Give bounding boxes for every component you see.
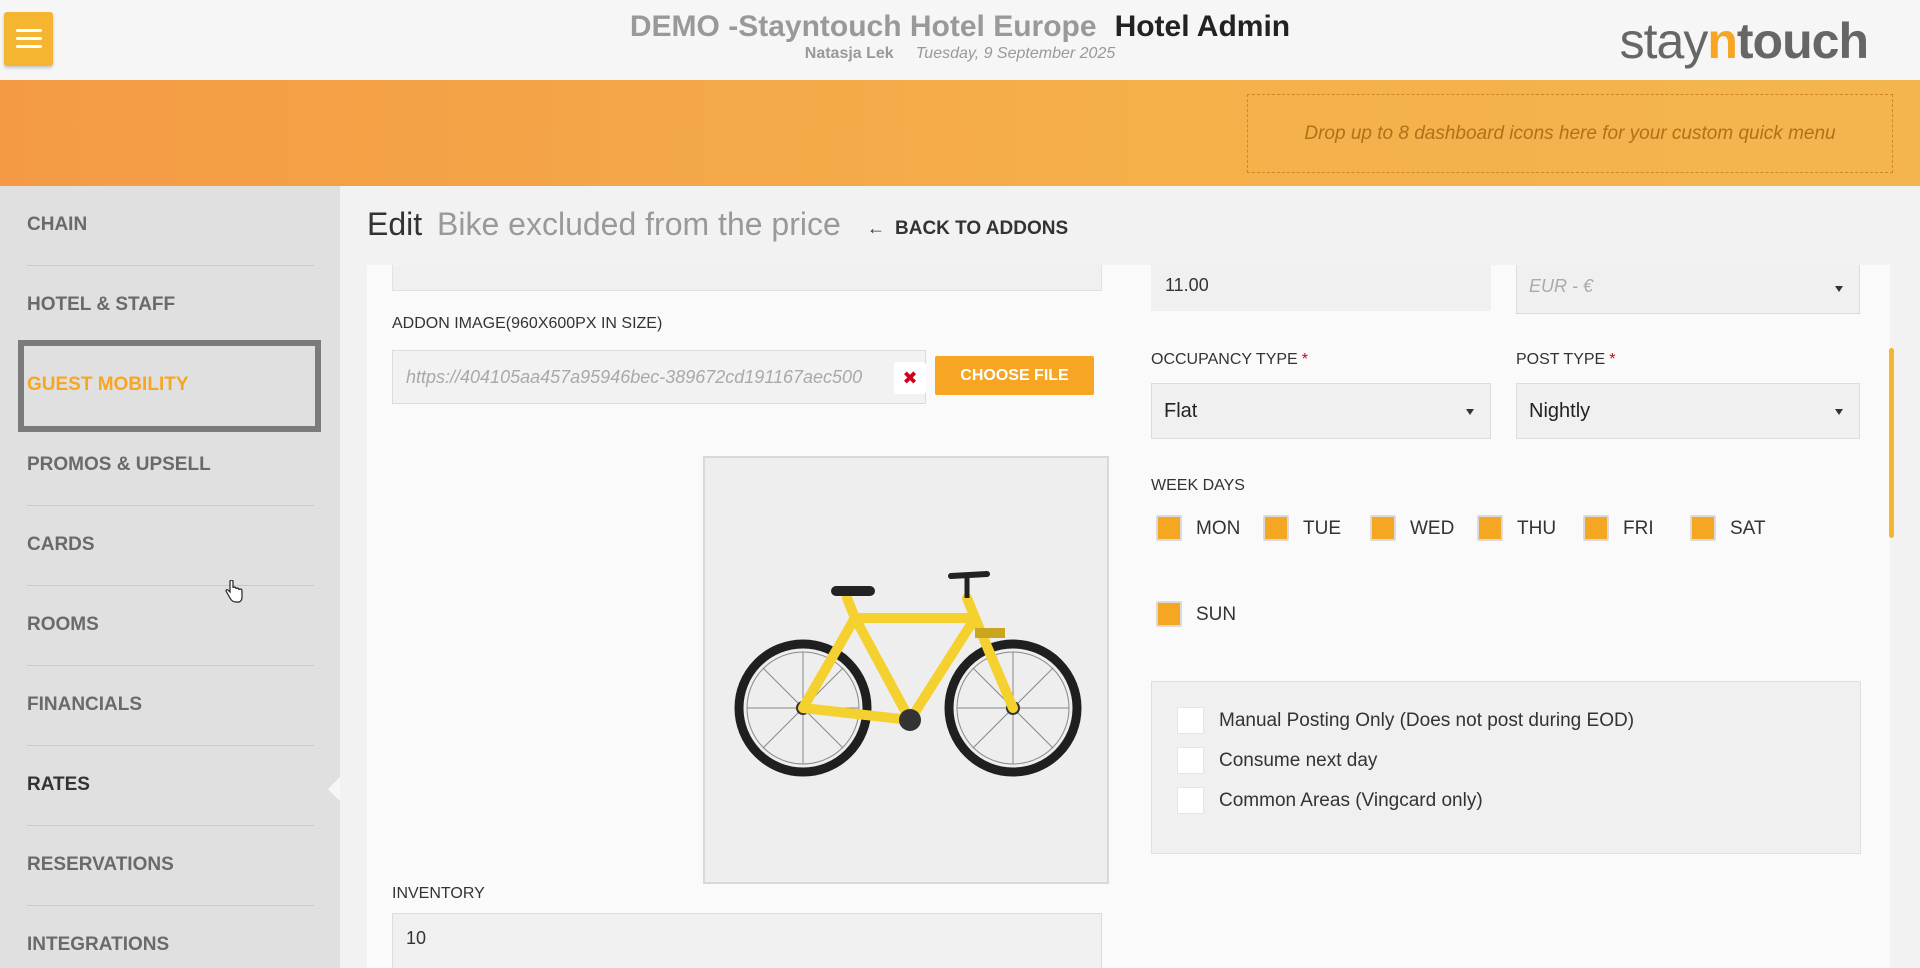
sidebar-item-label: PROMOS & UPSELL (27, 454, 211, 475)
occupancy-type-label-text: OCCUPANCY TYPE (1151, 351, 1298, 368)
price-input[interactable]: 11.00 (1151, 265, 1491, 311)
addon-image-url-input[interactable]: https://404105aa457a95946bec-389672cd191… (392, 350, 926, 404)
weekday-label: SAT (1730, 518, 1766, 539)
currency-select[interactable]: EUR - € (1516, 265, 1860, 314)
sidebar-item-label: INTEGRATIONS (27, 934, 170, 955)
required-mark: * (1301, 351, 1308, 368)
addon-image-label: ADDON IMAGE(960X600PX IN SIZE) (392, 315, 663, 332)
week-days-label: WEEK DAYS (1151, 477, 1245, 494)
sidebar-item-label: RATES (27, 774, 90, 795)
arrow-left-icon: ← (867, 218, 885, 238)
hand-pointer-icon (225, 580, 243, 603)
addon-form-panel: ADDON IMAGE(960X600PX IN SIZE) https://4… (367, 265, 1890, 968)
logo-part: n (1707, 13, 1738, 69)
checkbox (1690, 515, 1716, 541)
checkbox (1156, 515, 1182, 541)
inventory-value: 10 (406, 928, 427, 948)
stayntouch-logo: stayntouch (1619, 12, 1869, 70)
posting-options-box: Manual Posting Only (Does not post durin… (1151, 681, 1861, 854)
checkbox (1177, 707, 1204, 734)
sidebar-item-label: HOTEL & STAFF (27, 294, 176, 315)
checkbox (1177, 787, 1204, 814)
back-to-addons-link[interactable]: ← BACK TO ADDONS (867, 218, 1068, 240)
business-date: Tuesday, 9 September 2025 (915, 45, 1116, 62)
weekday-label: SUN (1196, 604, 1237, 625)
sidebar-item-rooms[interactable]: ROOMS (27, 586, 314, 666)
sidebar-item-label: ROOMS (27, 614, 99, 635)
sidebar-item-rates[interactable]: RATES (27, 746, 314, 826)
weekday-label: WED (1410, 518, 1455, 539)
dropzone-text: Drop up to 8 dashboard icons here for yo… (1304, 122, 1836, 144)
logo-part: touch (1736, 13, 1869, 69)
sidebar-item-financials[interactable]: FINANCIALS (27, 666, 314, 746)
addon-field-partial[interactable] (392, 265, 1102, 291)
post-type-label-text: POST TYPE (1516, 351, 1606, 368)
checkbox (1177, 747, 1204, 774)
back-label: BACK TO ADDONS (895, 218, 1069, 239)
sidebar: CHAIN HOTEL & STAFF GUEST MOBILITY PROMO… (0, 186, 340, 968)
choose-file-button[interactable]: CHOOSE FILE (935, 356, 1094, 395)
sidebar-item-integrations[interactable]: INTEGRATIONS (27, 906, 314, 968)
chevron-down-icon (1466, 409, 1474, 415)
weekday-label: THU (1517, 518, 1557, 539)
checkbox (1263, 515, 1289, 541)
checkbox (1370, 515, 1396, 541)
checkbox (1156, 601, 1182, 627)
addon-image-preview (703, 456, 1109, 884)
sidebar-item-promos-upsell[interactable]: PROMOS & UPSELL (27, 426, 314, 506)
app-name: Hotel Admin (1114, 10, 1291, 43)
sidebar-item-hotel-staff[interactable]: HOTEL & STAFF (27, 266, 314, 346)
weekday-label: FRI (1623, 518, 1654, 539)
chevron-down-icon (1835, 286, 1843, 292)
currency-value: EUR - € (1529, 276, 1594, 296)
close-icon[interactable]: ✖ (894, 362, 926, 394)
bike-image (734, 571, 1082, 777)
price-value: 11.00 (1165, 275, 1209, 295)
sidebar-item-label: FINANCIALS (27, 694, 143, 715)
post-type-value: Nightly (1529, 400, 1591, 422)
sidebar-item-label: CARDS (27, 534, 95, 555)
sidebar-focus-highlight (18, 340, 321, 432)
weekday-label: MON (1196, 518, 1241, 539)
inventory-input[interactable]: 10 (392, 913, 1102, 968)
top-header: DEMO -Stayntouch Hotel Europe Hotel Admin… (0, 0, 1920, 80)
addon-name: Bike excluded from the price (437, 206, 841, 242)
occupancy-type-select[interactable]: Flat (1151, 383, 1491, 439)
required-mark: * (1609, 351, 1616, 368)
scrollbar[interactable] (1889, 348, 1894, 538)
quick-menu-dropzone[interactable]: Drop up to 8 dashboard icons here for yo… (1247, 94, 1893, 173)
checkbox (1583, 515, 1609, 541)
sidebar-item-reservations[interactable]: RESERVATIONS (27, 826, 314, 906)
inventory-label: INVENTORY (392, 885, 485, 902)
logo-part: stay (1619, 13, 1709, 69)
occupancy-type-label: OCCUPANCY TYPE * (1151, 351, 1308, 369)
page-title: Edit Bike excluded from the price (367, 206, 841, 243)
weekday-label: TUE (1303, 518, 1341, 539)
main-content: Edit Bike excluded from the price ← BACK … (340, 186, 1920, 968)
user-name: Natasja Lek (804, 45, 894, 62)
edit-label: Edit (367, 206, 423, 242)
post-type-label: POST TYPE * (1516, 351, 1615, 369)
sidebar-item-label: RESERVATIONS (27, 854, 174, 875)
quick-menu-bar: Drop up to 8 dashboard icons here for yo… (0, 80, 1920, 186)
sidebar-item-cards[interactable]: CARDS (27, 506, 314, 586)
option-label: Manual Posting Only (Does not post durin… (1219, 710, 1635, 731)
sidebar-item-label: CHAIN (27, 214, 88, 235)
option-label: Common Areas (Vingcard only) (1219, 790, 1483, 811)
post-type-select[interactable]: Nightly (1516, 383, 1860, 439)
option-label: Consume next day (1219, 750, 1378, 771)
hotel-name: DEMO -Stayntouch Hotel Europe (629, 10, 1097, 43)
image-url-text: https://404105aa457a95946bec-389672cd191… (406, 367, 863, 387)
checkbox (1477, 515, 1503, 541)
sidebar-item-chain[interactable]: CHAIN (27, 186, 314, 266)
chevron-down-icon (1835, 409, 1843, 415)
occupancy-type-value: Flat (1164, 400, 1198, 422)
